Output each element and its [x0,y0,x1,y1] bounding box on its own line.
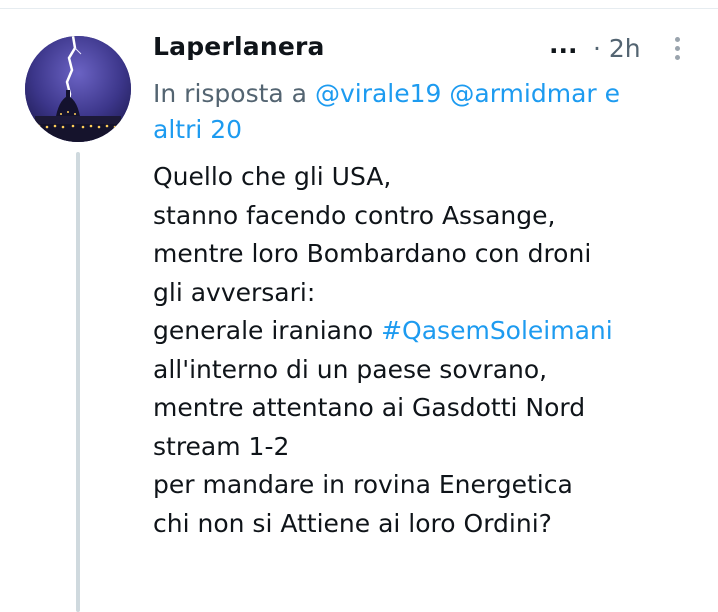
tweet-text-line: all'interno di un paese sovrano, [153,354,548,384]
mention-link[interactable]: @armidmar [449,79,596,108]
tweet-content: Laperlanera ... · 2h In risposta a @vira… [153,30,698,543]
tweet-text-line: stanno facendo contro Assange, [153,200,556,230]
avatar[interactable] [25,36,131,142]
tweet-text-segment: generale iraniano [153,316,374,345]
tweet-text-line: per mandare in rovina Energetica [153,470,573,499]
tweet-text-line: chi non si Attiene ai loro Ordini? [153,508,552,538]
thread-line [76,152,80,612]
ellipsis: ... [549,30,578,59]
avatar-lightning-dome-icon [25,36,131,142]
more-options-icon[interactable] [667,34,687,64]
author-name[interactable]: Laperlanera [153,32,325,61]
tweet-text-line: mentre loro Bombardano con droni [153,239,592,268]
tweet-text-line: mentre attentano ai Gasdotti Nord [153,393,586,422]
reply-connector: e [604,79,621,108]
tweet-text-line: stream 1-2 [153,431,290,461]
mention-link[interactable]: @virale19 [315,79,441,108]
tweet-header: Laperlanera ... · 2h [153,30,698,70]
tweet-text-line: gli avversari: [153,277,316,307]
reply-others-link[interactable]: altri 20 [153,115,242,144]
hashtag-link[interactable]: #QasemSoleimani [381,316,613,345]
tweet[interactable]: Laperlanera ... · 2h In risposta a @vira… [0,0,718,612]
tweet-text-line: generale iraniano #QasemSoleimani [153,312,698,351]
reply-context: In risposta a @virale19 @armidmar e altr… [153,76,698,148]
tweet-time[interactable]: · 2h [593,34,641,63]
reply-prefix: In risposta a [153,79,307,108]
tweet-text: Quello che gli USA, stanno facendo contr… [153,158,698,543]
tweet-text-line: Quello che gli USA, [153,162,392,191]
